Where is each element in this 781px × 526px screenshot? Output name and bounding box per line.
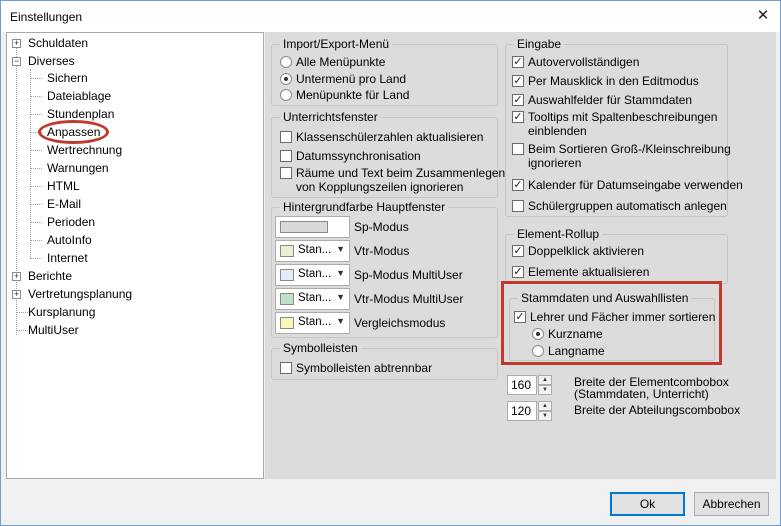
selection-highlight xyxy=(38,120,109,144)
color-label: Vergleichsmodus xyxy=(354,316,446,330)
color-label: Sp-Modus MultiUser xyxy=(354,268,463,282)
checkbox-icon[interactable] xyxy=(280,131,292,143)
title-bar: Einstellungen ✕ xyxy=(1,1,780,32)
tree-item-vertretungsplanung[interactable]: Vertretungsplanung xyxy=(28,286,132,303)
check-tooltips-line2: einblenden xyxy=(528,124,587,138)
tree-item-email[interactable]: E-Mail xyxy=(47,196,81,213)
tree-item-kursplanung[interactable]: Kursplanung xyxy=(28,304,95,321)
symbolleisten-group: Symbolleisten Symbolleisten abtrennbar xyxy=(271,341,498,380)
radio-icon[interactable] xyxy=(280,73,292,85)
settings-tree: + Schuldaten − Diverses Sichern Dateiabl… xyxy=(6,32,264,479)
check-raeume-und-text-line2: von Kopplungszeilen ignorieren xyxy=(296,180,464,194)
expand-icon[interactable]: + xyxy=(12,290,21,299)
collapse-icon[interactable]: − xyxy=(12,57,21,66)
spin-up-icon[interactable]: ▲ xyxy=(538,375,552,385)
checkbox-icon[interactable]: ✓ xyxy=(512,56,524,68)
element-combobox-sublabel: (Stammdaten, Unterricht) xyxy=(574,387,709,401)
ok-button[interactable]: Ok xyxy=(610,492,685,516)
spin-up-icon[interactable]: ▲ xyxy=(538,401,552,411)
group-title: Stammdaten und Auswahllisten xyxy=(518,291,692,305)
hintergrundfarbe-group: Hintergrundfarbe Hauptfenster Sp-Modus S… xyxy=(271,200,498,338)
checkbox-icon[interactable] xyxy=(280,150,292,162)
color-select-vtr-modus-multiuser[interactable]: Stan... ▼ xyxy=(275,288,350,310)
checkbox-icon[interactable] xyxy=(280,362,292,374)
color-swatch xyxy=(280,221,328,233)
color-label: Vtr-Modus MultiUser xyxy=(354,292,464,306)
group-title: Import/Export-Menü xyxy=(280,37,393,51)
close-icon[interactable]: ✕ xyxy=(750,4,776,28)
chevron-down-icon: ▼ xyxy=(336,292,345,302)
settings-dialog: Einstellungen ✕ + Schuldaten − Diverses … xyxy=(0,0,781,526)
radio-icon[interactable] xyxy=(532,345,544,357)
color-swatch xyxy=(280,245,294,257)
color-select-sp-modus[interactable] xyxy=(275,216,350,238)
cancel-button[interactable]: Abbrechen xyxy=(694,492,769,516)
color-swatch xyxy=(280,293,294,305)
tree-item-html[interactable]: HTML xyxy=(47,178,80,195)
abteilung-combobox-width-spinner[interactable]: 120 ▲ ▼ xyxy=(507,401,553,421)
chevron-down-icon: ▼ xyxy=(336,268,345,278)
checkbox-icon[interactable]: ✓ xyxy=(512,179,524,191)
group-title: Hintergrundfarbe Hauptfenster xyxy=(280,200,449,214)
tree-item-dateiablage[interactable]: Dateiablage xyxy=(47,88,111,105)
tree-item-sichern[interactable]: Sichern xyxy=(47,70,88,87)
unterrichtsfenster-group: Unterrichtsfenster Klassenschülerzahlen … xyxy=(271,110,505,198)
element-rollup-group: Element-Rollup ✓ Doppelklick aktivieren … xyxy=(505,227,728,284)
radio-icon[interactable] xyxy=(280,56,292,68)
tree-item-perioden[interactable]: Perioden xyxy=(47,214,95,231)
color-label: Sp-Modus xyxy=(354,220,409,234)
checkbox-icon[interactable] xyxy=(280,167,292,179)
group-title: Eingabe xyxy=(514,37,565,51)
checkbox-icon[interactable] xyxy=(512,200,524,212)
import-export-group: Import/Export-Menü Alle Menüpunkte Unter… xyxy=(271,37,498,106)
checkbox-icon[interactable]: ✓ xyxy=(512,266,524,278)
group-title: Element-Rollup xyxy=(514,227,603,241)
eingabe-group: Eingabe ✓ Autovervollständigen ✓ Per Mau… xyxy=(505,37,743,217)
spin-down-icon[interactable]: ▼ xyxy=(538,411,552,421)
tree-item-internet[interactable]: Internet xyxy=(47,250,88,267)
expand-icon[interactable]: + xyxy=(12,272,21,281)
checkbox-icon[interactable]: ✓ xyxy=(512,94,524,106)
color-select-sp-modus-multiuser[interactable]: Stan... ▼ xyxy=(275,264,350,286)
tree-item-berichte[interactable]: Berichte xyxy=(28,268,72,285)
chevron-down-icon: ▼ xyxy=(336,244,345,254)
checkbox-icon[interactable]: ✓ xyxy=(512,245,524,257)
checkbox-icon[interactable]: ✓ xyxy=(512,111,524,123)
checkbox-icon[interactable] xyxy=(512,143,524,155)
check-sortieren-line2: ignorieren xyxy=(528,156,582,170)
tree-item-diverses[interactable]: Diverses xyxy=(28,53,75,70)
color-select-vtr-modus[interactable]: Stan... ▼ xyxy=(275,240,350,262)
group-title: Unterrichtsfenster xyxy=(280,110,381,124)
tree-item-multiuser[interactable]: MultiUser xyxy=(28,322,79,339)
expand-icon[interactable]: + xyxy=(12,39,21,48)
radio-icon[interactable] xyxy=(280,89,292,101)
window-title: Einstellungen xyxy=(10,10,83,24)
stammdaten-group: Stammdaten und Auswahllisten ✓ Lehrer un… xyxy=(509,291,715,361)
element-combobox-width-input[interactable]: 160 xyxy=(507,375,537,395)
color-swatch xyxy=(280,317,294,329)
element-combobox-width-spinner[interactable]: 160 ▲ ▼ xyxy=(507,375,553,395)
color-swatch xyxy=(280,269,294,281)
spin-down-icon[interactable]: ▼ xyxy=(538,385,552,395)
checkbox-icon[interactable]: ✓ xyxy=(514,311,526,323)
group-title: Symbolleisten xyxy=(280,341,361,355)
settings-panel: Import/Export-Menü Alle Menüpunkte Unter… xyxy=(265,32,776,479)
tree-item-schuldaten[interactable]: Schuldaten xyxy=(28,35,88,52)
abteilung-combobox-width-input[interactable]: 120 xyxy=(507,401,537,421)
chevron-down-icon: ▼ xyxy=(336,316,345,326)
tree-item-wertrechnung[interactable]: Wertrechnung xyxy=(47,142,122,159)
tree-item-autoinfo[interactable]: AutoInfo xyxy=(47,232,92,249)
radio-icon[interactable] xyxy=(532,328,544,340)
tree-item-warnungen[interactable]: Warnungen xyxy=(47,160,109,177)
color-label: Vtr-Modus xyxy=(354,244,410,258)
color-select-vergleichsmodus[interactable]: Stan... ▼ xyxy=(275,312,350,334)
abteilung-combobox-label: Breite der Abteilungscombobox xyxy=(574,403,741,417)
checkbox-icon[interactable]: ✓ xyxy=(512,75,524,87)
